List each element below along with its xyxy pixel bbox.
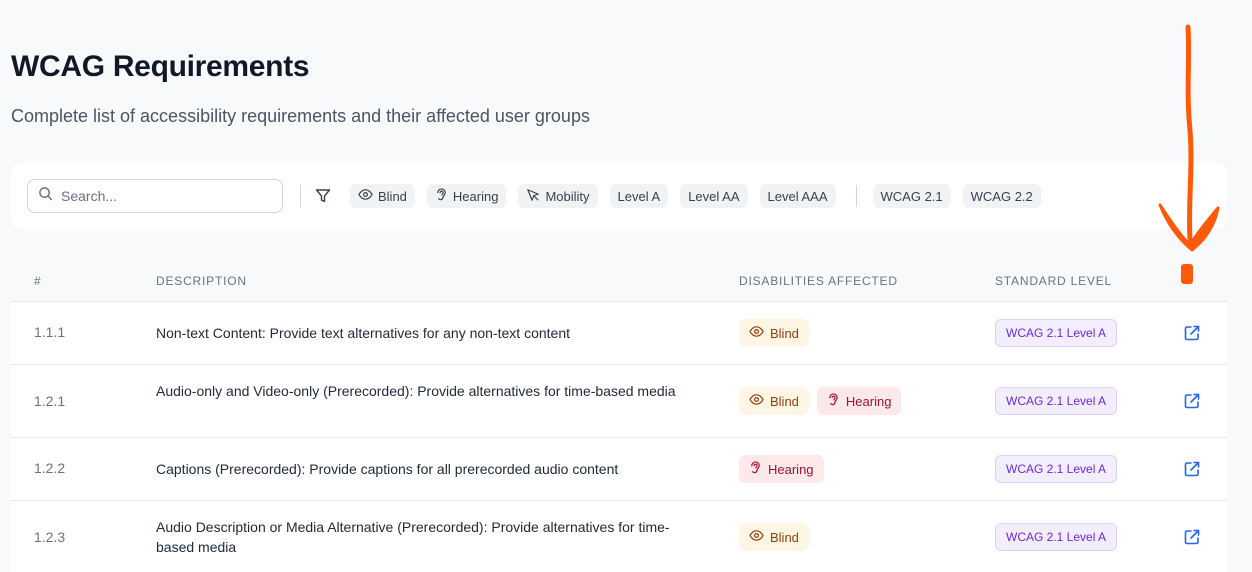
ear-icon — [749, 460, 762, 478]
search-input[interactable] — [61, 188, 261, 204]
badge-hearing: Hearing — [816, 387, 902, 415]
requirement-id: 1.2.3 — [34, 529, 66, 545]
filter-bar: Blind Hearing Mobility Level A Level AA … — [11, 163, 1227, 229]
column-header-disabilities: Disabilities Affected — [739, 274, 898, 288]
external-link-icon[interactable] — [1183, 324, 1201, 347]
eye-icon — [749, 324, 764, 342]
table-row: 1.1.1 Non-text Content: Provide text alt… — [11, 302, 1227, 365]
requirement-description: Audio-only and Video-only (Prerecorded):… — [156, 383, 676, 399]
eye-icon — [749, 392, 764, 410]
chip-label: Hearing — [452, 188, 499, 204]
chip-level-aaa[interactable]: Level AAA — [759, 184, 836, 208]
chip-wcag-22[interactable]: WCAG 2.2 — [962, 184, 1041, 208]
external-link-icon[interactable] — [1183, 460, 1201, 483]
chip-level-aa[interactable]: Level AA — [680, 184, 748, 208]
badge-blind: Blind — [739, 387, 809, 415]
table-header: # Description Disabilities Affected Stan… — [11, 259, 1227, 302]
requirements-table: # Description Disabilities Affected Stan… — [11, 259, 1227, 572]
badge-label: Hearing — [768, 461, 814, 477]
disability-badges: Hearing — [739, 455, 824, 483]
eye-icon — [358, 187, 373, 205]
badge-label: Blind — [770, 325, 799, 341]
column-header-description: Description — [156, 274, 247, 288]
divider — [300, 185, 301, 207]
chip-blind[interactable]: Blind — [350, 184, 415, 208]
level-badge: WCAG 2.1 Level A — [995, 319, 1118, 347]
level-badge: WCAG 2.1 Level A — [995, 455, 1118, 483]
cursor-icon — [526, 188, 540, 205]
disability-badges: Blind — [739, 523, 809, 551]
page-subtitle: Complete list of accessibility requireme… — [11, 106, 590, 126]
ear-icon — [827, 392, 840, 410]
table-row: 1.2.1 Audio-only and Video-only (Prereco… — [11, 365, 1227, 438]
requirement-id: 1.2.2 — [34, 460, 66, 476]
level-badge: WCAG 2.1 Level A — [995, 523, 1118, 551]
chip-label: Blind — [378, 188, 407, 204]
disability-badges: Blind — [739, 319, 809, 347]
page-title: WCAG Requirements — [11, 50, 310, 83]
requirement-id: 1.1.1 — [34, 324, 66, 340]
badge-blind: Blind — [739, 319, 809, 347]
search-box[interactable] — [27, 179, 283, 213]
badge-label: Blind — [770, 529, 799, 545]
external-link-icon[interactable] — [1183, 392, 1201, 415]
chip-level-a[interactable]: Level A — [609, 184, 669, 208]
table-row: 1.2.3 Audio Description or Media Alterna… — [11, 501, 1227, 572]
badge-blind: Blind — [739, 523, 809, 551]
level-badge: WCAG 2.1 Level A — [995, 387, 1118, 415]
column-header-number: # — [34, 274, 42, 288]
chip-label: Mobility — [545, 188, 590, 204]
requirement-description: Captions (Prerecorded): Provide captions… — [156, 461, 619, 477]
badge-label: Blind — [770, 393, 799, 409]
search-icon — [38, 186, 53, 206]
column-header-level: Standard Level — [995, 274, 1113, 288]
disability-badges: Blind Hearing — [739, 387, 902, 415]
badge-label: Hearing — [845, 393, 892, 409]
filter-icon[interactable] — [315, 188, 331, 204]
chip-hearing[interactable]: Hearing — [426, 184, 507, 208]
requirement-description: Non-text Content: Provide text alternati… — [156, 325, 570, 341]
table-row: 1.2.2 Captions (Prerecorded): Provide ca… — [11, 438, 1227, 501]
chip-wcag-21[interactable]: WCAG 2.1 — [872, 184, 951, 208]
chip-mobility[interactable]: Mobility — [518, 184, 598, 208]
requirement-description: Audio Description or Media Alternative (… — [156, 519, 670, 555]
divider — [855, 185, 857, 207]
external-link-icon[interactable] — [1183, 528, 1201, 551]
requirement-id: 1.2.1 — [34, 393, 66, 409]
ear-icon — [435, 187, 448, 205]
badge-hearing: Hearing — [739, 455, 824, 483]
eye-icon — [749, 528, 764, 546]
